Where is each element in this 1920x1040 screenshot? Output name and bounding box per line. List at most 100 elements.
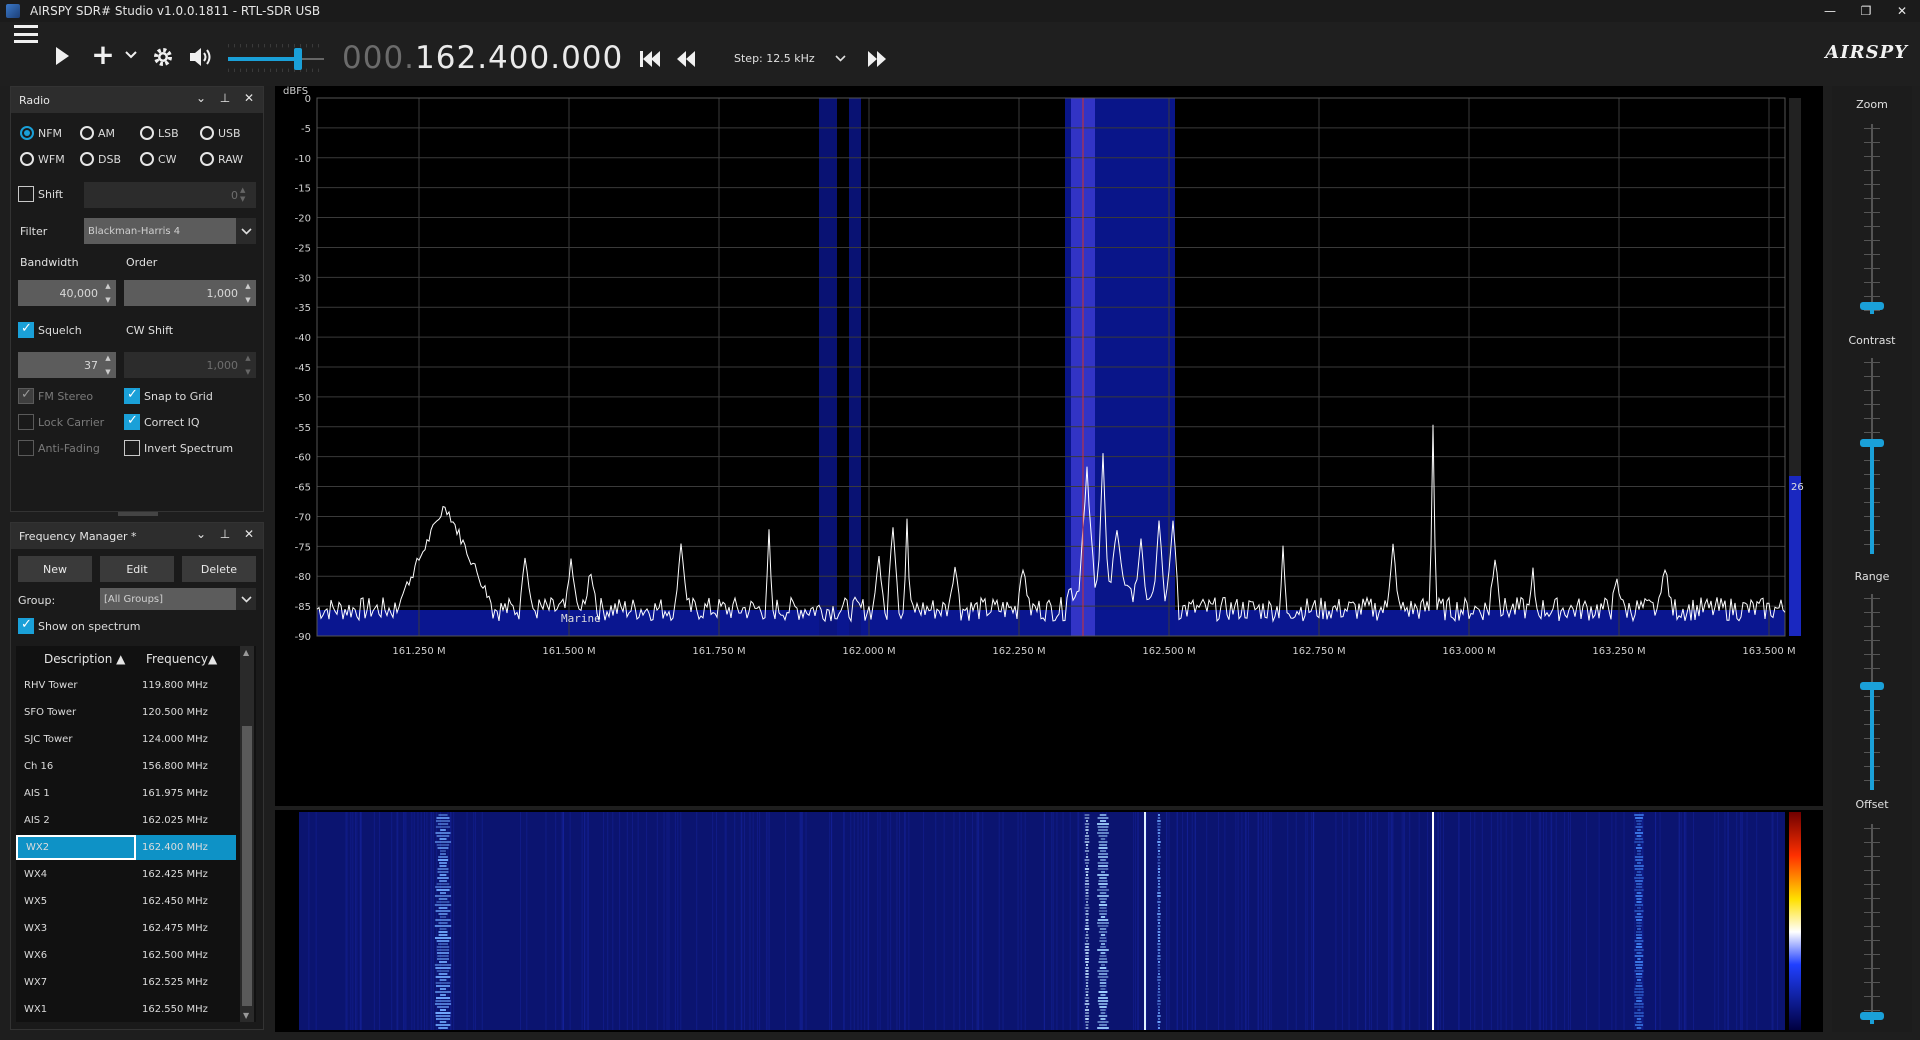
invert-spectrum-checkbox[interactable]: Invert Spectrum bbox=[124, 440, 233, 456]
frequency-cell[interactable]: 162.525 MHz bbox=[136, 977, 236, 988]
mode-radio-raw[interactable]: RAW bbox=[200, 152, 243, 166]
slider-track[interactable] bbox=[1871, 824, 1873, 1024]
description-cell[interactable]: WX4 bbox=[16, 869, 136, 880]
frequency-cell[interactable]: 161.975 MHz bbox=[136, 788, 236, 799]
lock-carrier-checkbox[interactable]: Lock Carrier bbox=[18, 414, 104, 430]
radio-button[interactable] bbox=[20, 126, 34, 140]
table-row[interactable]: AIS 2 162.025 MHz bbox=[16, 807, 256, 834]
mode-radio-lsb[interactable]: LSB bbox=[140, 126, 179, 140]
shift-spinner-icon[interactable]: ▲ ▼ bbox=[240, 186, 245, 204]
contrast-slider[interactable] bbox=[1860, 358, 1884, 554]
slider-thumb[interactable] bbox=[1860, 682, 1884, 691]
slider-thumb[interactable] bbox=[1860, 438, 1884, 447]
description-cell[interactable]: RHV Tower bbox=[16, 680, 136, 691]
lock-carrier-check-box[interactable] bbox=[18, 414, 34, 430]
radio-button[interactable] bbox=[140, 126, 154, 140]
correct-iq-check-box[interactable] bbox=[124, 413, 140, 430]
step-forward-icon[interactable] bbox=[864, 48, 890, 70]
table-row[interactable]: AIS 1 161.975 MHz bbox=[16, 780, 256, 807]
description-cell[interactable]: SFO Tower bbox=[16, 707, 136, 718]
radio-button[interactable] bbox=[80, 152, 94, 166]
radio-button[interactable] bbox=[200, 126, 214, 140]
spinner-icon[interactable]: ▲ ▼ bbox=[242, 282, 254, 304]
close-button[interactable]: ✕ bbox=[1884, 0, 1920, 22]
frequency-cell[interactable]: 162.400 MHz bbox=[136, 835, 236, 860]
panel-resize-grip[interactable] bbox=[118, 512, 158, 516]
slider-thumb[interactable] bbox=[1860, 1012, 1884, 1020]
delete-button[interactable]: Delete bbox=[182, 556, 256, 582]
collapse-icon[interactable]: ⌄ bbox=[193, 527, 209, 541]
fm-stereo-checkbox[interactable]: FM Stereo bbox=[18, 387, 93, 404]
speaker-icon[interactable] bbox=[188, 44, 216, 70]
spinner-icon[interactable]: ▲ ▼ bbox=[242, 354, 254, 376]
correct-iq-checkbox[interactable]: Correct IQ bbox=[124, 413, 200, 430]
mode-radio-cw[interactable]: CW bbox=[140, 152, 177, 166]
offset-slider[interactable] bbox=[1860, 824, 1884, 1024]
mode-radio-wfm[interactable]: WFM bbox=[20, 152, 65, 166]
anti-fading-checkbox[interactable]: Anti-Fading bbox=[18, 440, 100, 456]
table-row[interactable]: WX5 162.450 MHz bbox=[16, 888, 256, 915]
radio-button[interactable] bbox=[200, 152, 214, 166]
table-row[interactable]: WX2 162.400 MHz bbox=[16, 834, 256, 861]
description-column-header[interactable]: Description ▲ bbox=[16, 652, 136, 666]
table-row[interactable]: SFO Tower 120.500 MHz bbox=[16, 699, 256, 726]
show-on-spectrum-checkbox[interactable]: Show on spectrum bbox=[18, 617, 140, 634]
table-row[interactable]: WX1 162.550 MHz bbox=[16, 996, 256, 1022]
frequency-cell[interactable]: 162.025 MHz bbox=[136, 815, 236, 826]
mode-radio-am[interactable]: AM bbox=[80, 126, 115, 140]
new-button[interactable]: New bbox=[18, 556, 92, 582]
add-icon[interactable]: + bbox=[91, 41, 114, 69]
order-input[interactable]: 1,000 ▲ ▼ bbox=[124, 280, 256, 306]
minimize-button[interactable]: — bbox=[1812, 0, 1848, 22]
description-cell[interactable]: SJC Tower bbox=[16, 734, 136, 745]
pin-icon[interactable]: ⊥ bbox=[217, 527, 233, 541]
scroll-down-icon[interactable]: ▼ bbox=[243, 1011, 249, 1020]
frequency-leading-digits[interactable]: 000. bbox=[342, 40, 415, 76]
table-row[interactable]: Ch 16 156.800 MHz bbox=[16, 753, 256, 780]
fm-stereo-check-box[interactable] bbox=[18, 387, 34, 404]
anti-fading-check-box[interactable] bbox=[18, 440, 34, 456]
mode-radio-dsb[interactable]: DSB bbox=[80, 152, 121, 166]
description-cell[interactable]: AIS 2 bbox=[16, 815, 136, 826]
cw-shift-input[interactable]: 1,000 ▲ ▼ bbox=[124, 352, 256, 378]
maximize-button[interactable]: ❐ bbox=[1848, 0, 1884, 22]
description-cell[interactable]: WX2 bbox=[16, 835, 136, 860]
close-panel-icon[interactable]: ✕ bbox=[241, 91, 257, 105]
range-slider[interactable] bbox=[1860, 594, 1884, 790]
mode-radio-nfm[interactable]: NFM bbox=[20, 126, 62, 140]
volume-slider[interactable] bbox=[228, 44, 324, 72]
table-row[interactable]: WX6 162.500 MHz bbox=[16, 942, 256, 969]
scrollbar-thumb[interactable] bbox=[242, 726, 252, 1006]
description-cell[interactable]: WX6 bbox=[16, 950, 136, 961]
waterfall-view[interactable] bbox=[275, 810, 1823, 1032]
frequency-cell[interactable]: 162.550 MHz bbox=[136, 1004, 236, 1015]
shift-checkbox[interactable]: Shift bbox=[18, 186, 63, 202]
slider-thumb[interactable] bbox=[1860, 302, 1884, 310]
gear-icon[interactable] bbox=[150, 44, 176, 70]
frequency-digits[interactable]: 162.400.000 bbox=[415, 40, 623, 76]
mode-radio-usb[interactable]: USB bbox=[200, 126, 241, 140]
frequency-column-header[interactable]: Frequency▲ bbox=[136, 652, 236, 666]
tune-to-first-icon[interactable] bbox=[638, 48, 662, 70]
table-row[interactable]: SJC Tower 124.000 MHz bbox=[16, 726, 256, 753]
filter-select[interactable]: Blackman-Harris 4 bbox=[84, 218, 256, 244]
description-cell[interactable]: Ch 16 bbox=[16, 761, 136, 772]
chevron-down-icon[interactable] bbox=[124, 48, 138, 62]
shift-input[interactable]: 0 bbox=[84, 182, 256, 208]
show-on-spectrum-check-box[interactable] bbox=[18, 617, 34, 634]
snap-to-grid-checkbox[interactable]: Snap to Grid bbox=[124, 387, 213, 404]
edit-button[interactable]: Edit bbox=[100, 556, 174, 582]
description-cell[interactable]: WX7 bbox=[16, 977, 136, 988]
waterfall-chart[interactable] bbox=[275, 810, 1823, 1032]
spectrum-chart[interactable]: 0-5-10-15-20-25-30-35-40-45-50-55-60-65-… bbox=[275, 86, 1823, 806]
frequency-cell[interactable]: 119.800 MHz bbox=[136, 680, 236, 691]
description-cell[interactable]: AIS 1 bbox=[16, 788, 136, 799]
frequency-cell[interactable]: 162.450 MHz bbox=[136, 896, 236, 907]
frequency-cell[interactable]: 162.425 MHz bbox=[136, 869, 236, 880]
slider-track[interactable] bbox=[1871, 124, 1873, 314]
squelch-input[interactable]: 37 ▲ ▼ bbox=[18, 352, 116, 378]
spinner-icon[interactable]: ▲ ▼ bbox=[102, 282, 114, 304]
zoom-slider[interactable] bbox=[1860, 124, 1884, 314]
close-panel-icon[interactable]: ✕ bbox=[241, 527, 257, 541]
table-row[interactable]: WX4 162.425 MHz bbox=[16, 861, 256, 888]
